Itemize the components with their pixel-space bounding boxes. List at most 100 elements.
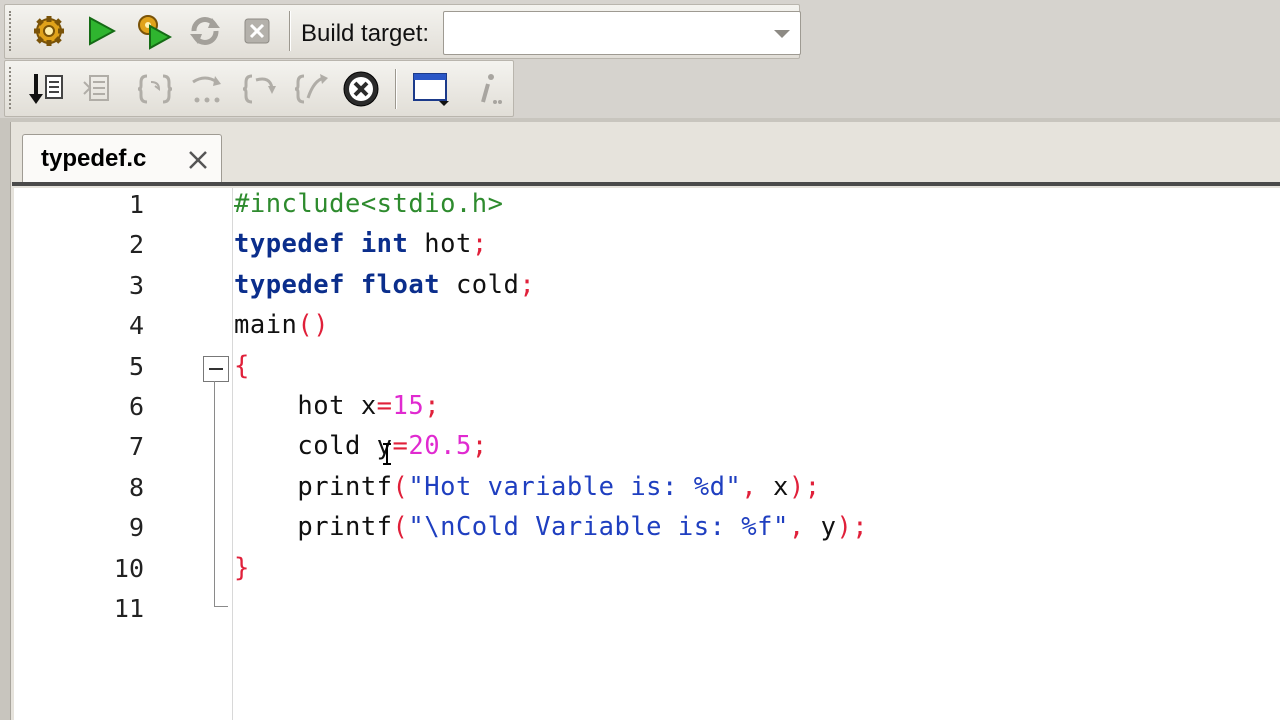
- play-icon: [89, 16, 116, 46]
- toolbar-separator: [289, 11, 291, 51]
- next-line-icon: [137, 74, 173, 104]
- code-token: float: [360, 269, 441, 300]
- tab-underline: [12, 182, 1280, 186]
- tab-label: typedef.c: [41, 145, 147, 172]
- run-button[interactable]: [79, 9, 123, 53]
- code-token: typedef: [234, 269, 345, 300]
- line-number: 1: [128, 190, 144, 219]
- code-token: "\nCold Variable is: %f": [408, 512, 789, 543]
- next-instruction-button[interactable]: [289, 67, 333, 111]
- compiler-toolbar: Build target:: [4, 4, 801, 59]
- code-token: hot x: [234, 391, 377, 421]
- code-line[interactable]: typedef float cold;: [234, 270, 535, 300]
- code-token: "Hot variable is: %d": [408, 471, 742, 502]
- code-line[interactable]: }: [234, 553, 250, 583]
- line-number: 7: [128, 432, 144, 462]
- code-line[interactable]: main(): [234, 310, 329, 340]
- next-instruction-icon: [294, 74, 328, 104]
- next-line-button[interactable]: [133, 67, 177, 111]
- rebuild-icon: [190, 17, 220, 45]
- rebuild-button[interactable]: [183, 9, 227, 53]
- tab-typedef-c[interactable]: typedef.c: [22, 134, 222, 185]
- code-token: (): [297, 310, 330, 341]
- code-token: }: [234, 552, 250, 583]
- code-line[interactable]: typedef int hot;: [234, 229, 488, 259]
- code-token: y: [804, 512, 837, 543]
- window-icon: [413, 73, 449, 106]
- code-token: printf: [234, 512, 393, 543]
- line-number: 3: [128, 270, 144, 300]
- debug-windows-button[interactable]: [409, 67, 453, 111]
- step-out-icon: [242, 74, 276, 104]
- code-token: typedef: [234, 229, 345, 260]
- line-number: 6: [128, 392, 144, 421]
- code-token: main: [234, 310, 298, 341]
- step-into-icon: [192, 76, 221, 103]
- code-token: ,: [741, 471, 758, 502]
- toolbar-area: Build target:: [0, 0, 1280, 118]
- gear-play-icon: [138, 15, 172, 50]
- line-number: 2: [128, 230, 144, 260]
- toolbar-grip[interactable]: [9, 11, 15, 51]
- code-token: ,: [788, 512, 805, 543]
- line-number: 5: [128, 351, 144, 381]
- build-button[interactable]: [27, 9, 71, 53]
- fold-guide: [214, 381, 215, 607]
- code-token: );: [788, 471, 821, 502]
- run-to-cursor-icon: [83, 75, 109, 101]
- line-number: 10: [113, 553, 144, 583]
- code-token: #include<stdio.h>: [234, 189, 504, 219]
- code-line[interactable]: cold y=20.5;: [234, 431, 488, 461]
- run-to-cursor-button[interactable]: [79, 67, 123, 111]
- code-line[interactable]: printf("\nCold Variable is: %f", y);: [234, 512, 868, 542]
- line-number: 9: [128, 513, 144, 543]
- fold-guide-end: [214, 606, 228, 607]
- code-token: (: [392, 512, 409, 543]
- info-button[interactable]: [465, 67, 509, 111]
- code-token: ;: [471, 229, 488, 260]
- toolbar-grip[interactable]: [9, 67, 15, 109]
- code-line[interactable]: #include<stdio.h>: [234, 189, 504, 219]
- editor-frame: typedef.c: [0, 118, 1280, 720]
- abort-button[interactable]: [235, 9, 279, 53]
- code-line[interactable]: printf("Hot variable is: %d", x);: [234, 472, 821, 502]
- build-target-select[interactable]: [443, 11, 801, 55]
- stop-icon: [244, 18, 270, 44]
- toolbar-separator: [395, 69, 397, 109]
- build-and-run-button[interactable]: [131, 9, 175, 53]
- code-token: 15: [392, 391, 425, 421]
- text-cursor-icon: [383, 443, 391, 465]
- code-token: (: [392, 471, 409, 502]
- code-token: ;: [471, 431, 488, 462]
- code-token: 20.5: [408, 431, 472, 462]
- code-token: printf: [234, 471, 393, 502]
- code-line[interactable]: {: [234, 351, 250, 381]
- code-token: x: [757, 471, 789, 502]
- debug-arrow-icon: [29, 74, 63, 104]
- chevron-down-icon: [774, 30, 790, 38]
- line-number: 4: [128, 311, 144, 341]
- code-token: ;: [519, 269, 536, 300]
- code-line[interactable]: hot x=15;: [234, 391, 440, 421]
- code-token: cold: [440, 269, 520, 300]
- build-target-label: Build target:: [301, 20, 430, 47]
- code-token: hot: [408, 229, 472, 260]
- step-into-button[interactable]: [185, 67, 229, 111]
- code-token: );: [836, 512, 869, 543]
- code-token: =: [376, 391, 393, 421]
- code-token: ;: [424, 391, 441, 421]
- info-icon: [481, 74, 502, 104]
- debugger-toolbar: [4, 60, 514, 117]
- close-icon[interactable]: [187, 149, 209, 171]
- stop-circle-icon: [343, 71, 379, 107]
- code-token: =: [392, 431, 409, 462]
- fold-toggle[interactable]: [203, 356, 229, 382]
- code-token: cold y: [234, 431, 393, 462]
- code-editor[interactable]: [14, 188, 1280, 720]
- stop-debugger-button[interactable]: [339, 67, 383, 111]
- step-out-button[interactable]: [237, 67, 281, 111]
- gear-icon: [34, 16, 64, 46]
- debug-continue-button[interactable]: [25, 67, 69, 111]
